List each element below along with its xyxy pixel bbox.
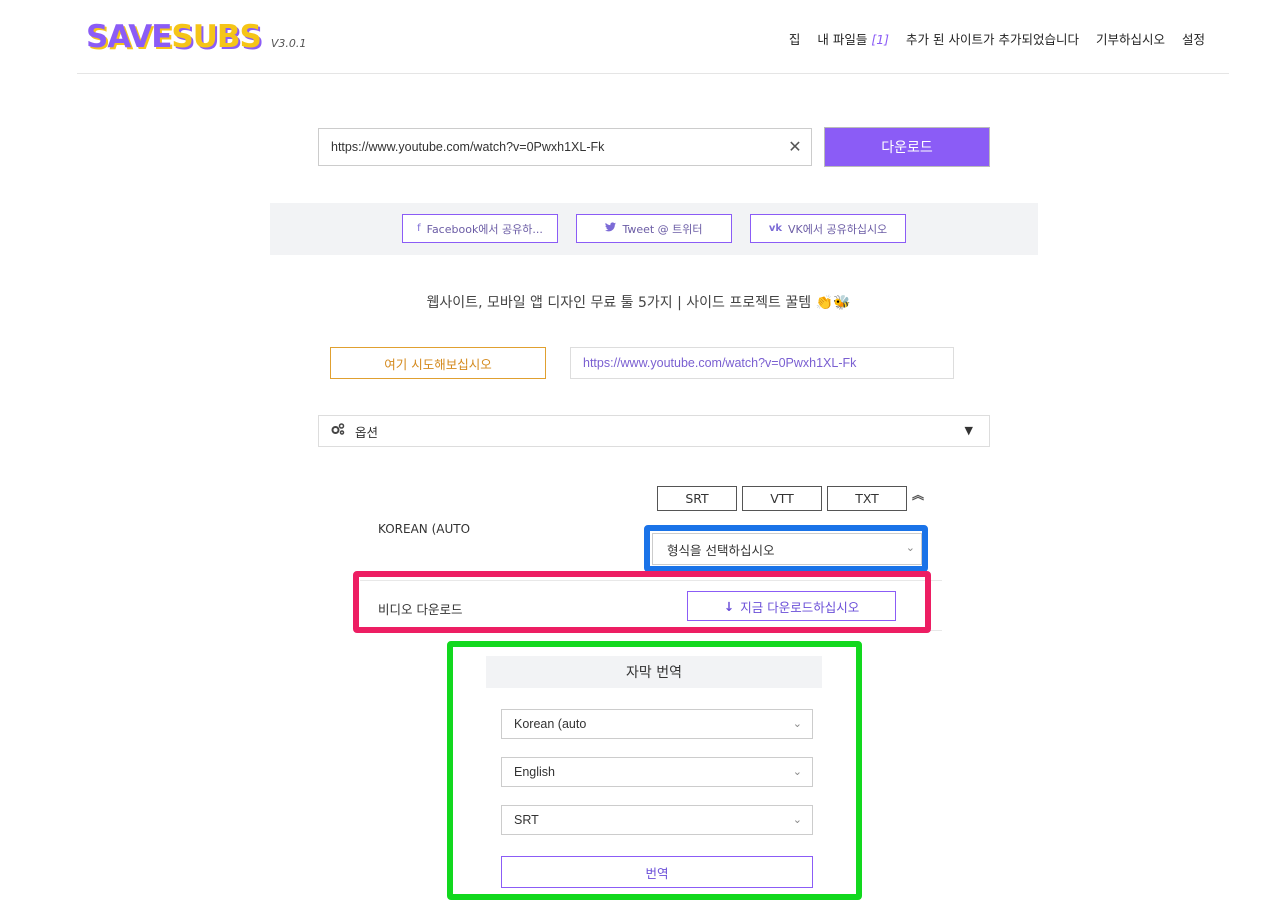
highlight-box-blue	[644, 525, 928, 572]
caret-down-icon: ▼	[964, 424, 973, 437]
facebook-icon: f	[417, 223, 421, 234]
top-nav: 집 내 파일들 [1] 추가 된 사이트가 추가되었습니다 기부하십시오 설정	[789, 29, 1205, 48]
nav-home[interactable]: 집	[789, 29, 801, 48]
nav-settings[interactable]: 설정	[1182, 29, 1205, 48]
file-count-badge: [1]	[871, 32, 890, 47]
subtitle-language-label: KOREAN (AUTO	[378, 522, 471, 536]
logo[interactable]: SAVESUBS V3.0.1	[86, 18, 306, 54]
gears-icon	[331, 423, 345, 439]
highlight-box-pink	[353, 571, 931, 633]
download-button[interactable]: 다운로드	[824, 127, 990, 167]
clear-icon[interactable]: ✕	[784, 136, 806, 158]
vk-icon: vk	[768, 223, 782, 234]
chevron-double-up-icon[interactable]: ︽	[912, 489, 924, 501]
nav-donate[interactable]: 기부하십시오	[1096, 29, 1165, 48]
format-txt-button[interactable]: TXT	[827, 486, 907, 511]
twitter-share-button[interactable]: Tweet @ 트위터	[576, 214, 732, 243]
highlight-box-green	[447, 641, 862, 900]
nav-my-files[interactable]: 내 파일들 [1]	[817, 29, 889, 48]
options-label: 옵션	[355, 424, 379, 440]
options-dropdown[interactable]: 옵션 ▼	[318, 415, 990, 447]
nav-added-sites[interactable]: 추가 된 사이트가 추가되었습니다	[906, 29, 1079, 48]
url-input[interactable]	[318, 128, 812, 166]
facebook-share-button[interactable]: f Facebook에서 공유하...	[402, 214, 558, 243]
try-here-button[interactable]: 여기 시도해보십시오	[330, 347, 546, 379]
example-url[interactable]: https://www.youtube.com/watch?v=0Pwxh1XL…	[570, 347, 954, 379]
format-srt-button[interactable]: SRT	[657, 486, 737, 511]
twitter-icon	[605, 222, 617, 235]
tagline[interactable]: 웹사이트, 모바일 앱 디자인 무료 툴 5가지 | 사이드 프로젝트 꿀템 👏…	[0, 292, 1277, 312]
logo-wordmark: SAVESUBS	[86, 19, 262, 55]
format-vtt-button[interactable]: VTT	[742, 486, 822, 511]
version-label: V3.0.1	[270, 37, 307, 50]
vk-share-button[interactable]: vk VK에서 공유하십시오	[750, 214, 906, 243]
header-divider	[77, 73, 1229, 74]
